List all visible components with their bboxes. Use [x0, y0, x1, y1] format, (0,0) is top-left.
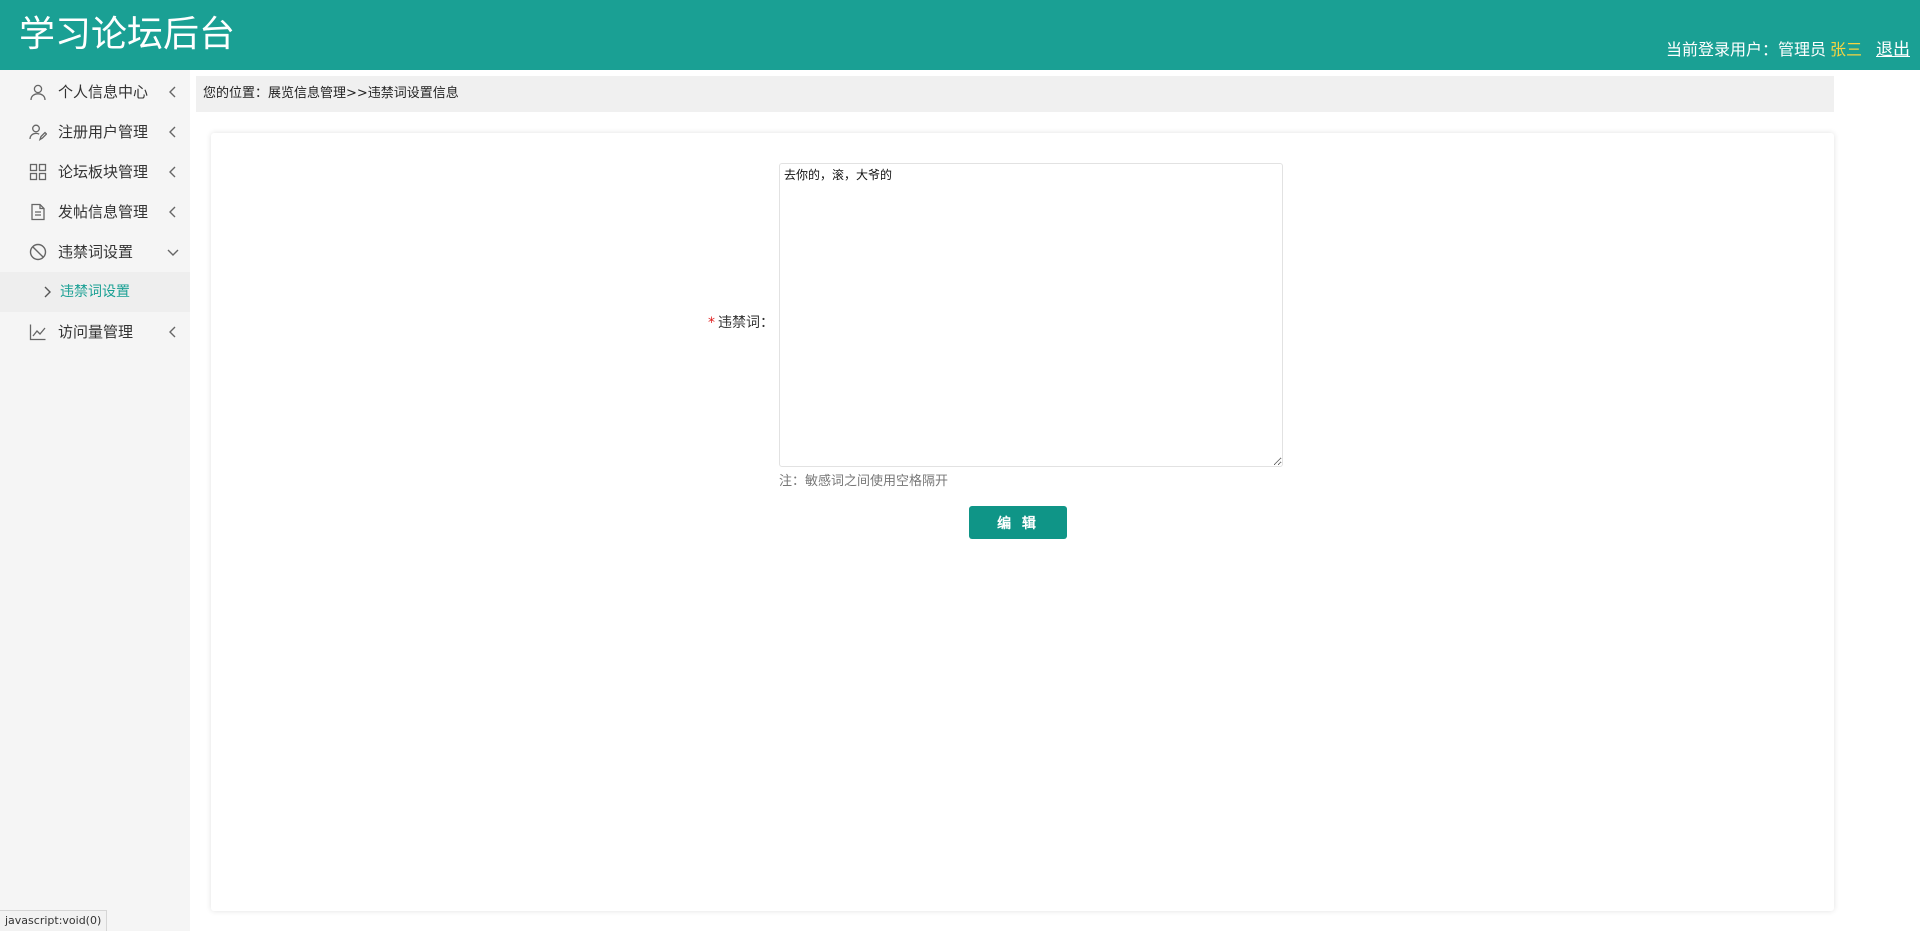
- app-title: 学习论坛后台: [19, 14, 236, 55]
- chevron-left-icon: [169, 86, 176, 98]
- sidebar: 个人信息中心 注册用户管理 论坛板块管理 发帖信息管理 违禁词设置 违禁词设置 …: [0, 70, 190, 931]
- banned-words-label-text: 违禁词：: [718, 315, 774, 331]
- sidebar-item-banned-words[interactable]: 违禁词设置: [0, 232, 190, 272]
- required-mark: *: [708, 315, 715, 331]
- sidebar-item-label: 论坛板块管理: [58, 163, 149, 181]
- chevron-left-icon: [169, 326, 176, 338]
- breadcrumb-text: 您的位置：展览信息管理>>违禁词设置信息: [203, 86, 459, 101]
- line-chart-icon: [29, 324, 46, 341]
- banned-words-note: 注：敏感词之间使用空格隔开: [779, 474, 949, 489]
- sidebar-item-label: 个人信息中心: [58, 83, 149, 101]
- chevron-down-icon: [167, 249, 179, 256]
- current-user-prefix: 当前登录用户：管理员: [1665, 40, 1826, 59]
- sidebar-subitem-banned-words[interactable]: 违禁词设置: [0, 272, 190, 312]
- sidebar-item-label: 发帖信息管理: [58, 203, 149, 221]
- sidebar-item-profile[interactable]: 个人信息中心: [0, 72, 190, 112]
- sidebar-item-posts[interactable]: 发帖信息管理: [0, 192, 190, 232]
- ban-icon: [29, 243, 47, 261]
- sidebar-subitem-label: 违禁词设置: [60, 284, 130, 300]
- banned-words-textarea[interactable]: 去你的，滚，大爷的: [779, 163, 1283, 467]
- chevron-left-icon: [169, 206, 176, 218]
- sidebar-item-visits[interactable]: 访问量管理: [0, 312, 190, 352]
- sidebar-item-boards[interactable]: 论坛板块管理: [0, 152, 190, 192]
- breadcrumb: 您的位置：展览信息管理>>违禁词设置信息: [196, 76, 1834, 112]
- sidebar-item-label: 访问量管理: [58, 323, 134, 341]
- chevron-right-icon: [44, 286, 51, 298]
- browser-status-bar: javascript:void(0): [0, 910, 108, 931]
- user-edit-icon: [29, 124, 47, 141]
- chevron-left-icon: [169, 166, 176, 178]
- logout-link[interactable]: 退出: [1876, 39, 1910, 61]
- banned-words-label: * 违禁词：: [708, 314, 774, 332]
- current-user-name: 张三: [1829, 40, 1862, 59]
- sidebar-item-label: 注册用户管理: [58, 123, 149, 141]
- user-icon: [30, 84, 46, 101]
- document-icon: [31, 203, 45, 221]
- top-header: 学习论坛后台 当前登录用户：管理员 张三 退出: [0, 0, 1920, 70]
- edit-button[interactable]: 编 辑: [969, 506, 1067, 539]
- user-info: 当前登录用户：管理员 张三 退出: [1666, 39, 1910, 61]
- grid-icon: [29, 163, 47, 181]
- sidebar-item-users[interactable]: 注册用户管理: [0, 112, 190, 152]
- sidebar-item-label: 违禁词设置: [58, 243, 134, 261]
- chevron-left-icon: [169, 126, 176, 138]
